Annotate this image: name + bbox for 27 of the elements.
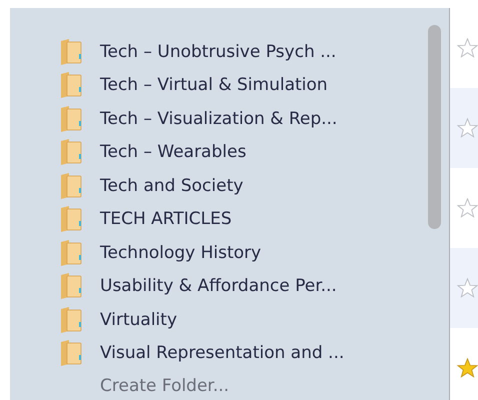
folder-icon xyxy=(60,172,82,199)
folder-label[interactable]: Visual Representation and ... xyxy=(100,343,344,364)
folder-label[interactable]: Usability & Affordance Per... xyxy=(100,276,337,296)
folder-icon xyxy=(60,306,82,333)
folder-label[interactable]: Technology History xyxy=(100,242,262,263)
star-icon[interactable] xyxy=(457,356,478,380)
folder-label[interactable]: Tech and Society xyxy=(100,176,244,196)
folder-icon xyxy=(60,38,82,65)
folder-icon xyxy=(60,240,82,266)
star-icon[interactable] xyxy=(457,36,478,60)
folder-icon xyxy=(60,340,82,366)
folder-icon xyxy=(60,72,82,98)
folder-icon xyxy=(60,139,82,166)
scrollbar-thumb[interactable] xyxy=(428,25,441,229)
folder-label[interactable]: Tech – Wearables xyxy=(100,142,246,162)
star-icon[interactable] xyxy=(457,196,478,220)
star-icon[interactable] xyxy=(457,276,478,300)
folder-icon xyxy=(60,206,82,232)
folder-icon xyxy=(60,106,82,132)
folder-icon xyxy=(60,273,82,300)
folder-label[interactable]: TECH ARTICLES xyxy=(100,209,232,230)
star-icon[interactable] xyxy=(457,116,478,140)
folder-label[interactable]: Tech – Virtual & Simulation xyxy=(100,75,328,96)
folder-label[interactable]: Tech – Unobtrusive Psych ... xyxy=(100,42,336,62)
folder-label[interactable]: Virtuality xyxy=(100,310,177,330)
folder-label[interactable]: Tech – Visualization & Rep... xyxy=(100,108,338,129)
create-folder-link[interactable]: Create Folder... xyxy=(100,374,230,400)
